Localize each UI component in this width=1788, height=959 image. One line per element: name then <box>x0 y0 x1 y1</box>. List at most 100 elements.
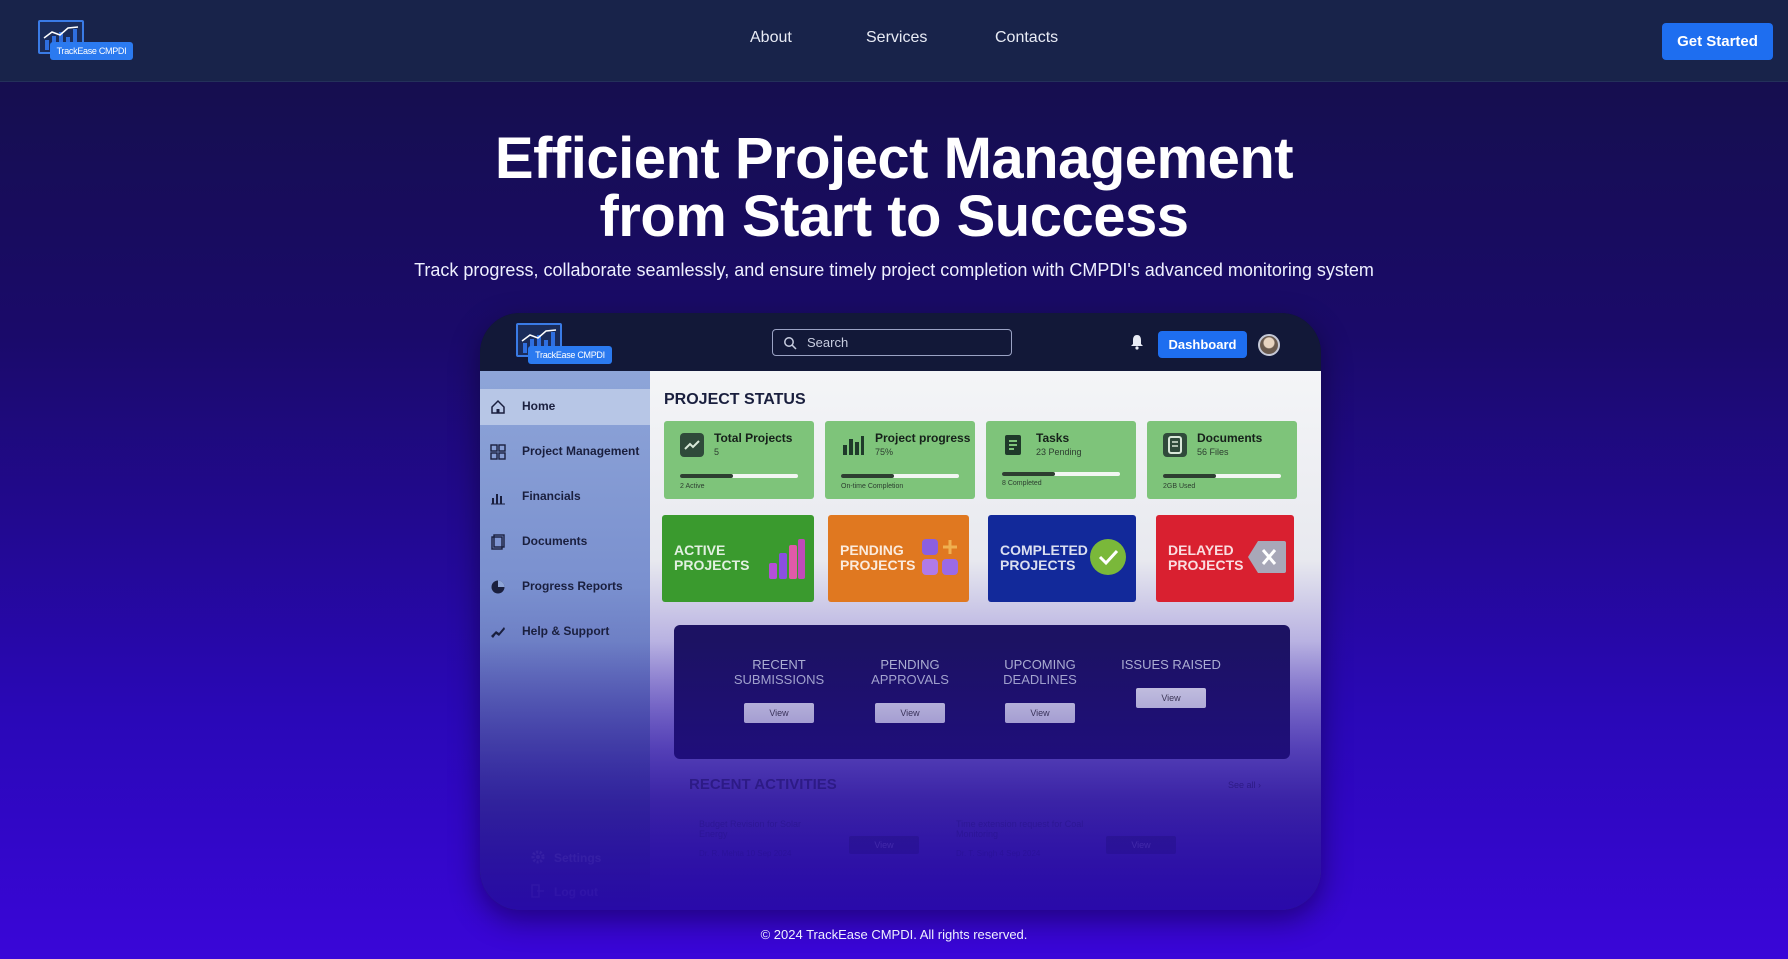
stat-footnote: 8 Completed <box>1002 480 1042 487</box>
document-icon <box>491 534 505 550</box>
sidebar-item-logout[interactable]: Log out <box>530 883 650 903</box>
nav-services[interactable]: Services <box>866 29 927 47</box>
progress-bar <box>841 474 959 478</box>
view-button[interactable]: View <box>849 836 919 854</box>
nav-contacts[interactable]: Contacts <box>995 29 1058 47</box>
stat-footnote: 2 Active <box>680 483 705 490</box>
see-all-link[interactable]: See all › <box>1228 780 1261 790</box>
bar-chart-icon <box>841 433 865 457</box>
activity-title: Budget Revision for Solar Energy <box>699 819 802 839</box>
mockup-header: TrackEase CMPDI Dashboard <box>480 313 1321 371</box>
stat-footnote: On-time Completion <box>841 483 904 490</box>
activity-title: Time extension request for Coal Monitori… <box>956 819 1084 839</box>
trend-icon <box>680 433 704 457</box>
hero-subtitle: Track progress, collaborate seamlessly, … <box>414 260 1374 280</box>
activity-item: Budget Revision for Solar Energy Dr. R. … <box>699 819 929 869</box>
chevron-right-icon: › <box>1258 780 1262 790</box>
sidebar-item-label: Settings <box>554 851 602 865</box>
stat-value: 23 Pending <box>1036 447 1082 457</box>
mockup-search-box[interactable] <box>772 329 1012 356</box>
sidebar-item-documents[interactable]: Documents <box>490 528 650 556</box>
avatar[interactable] <box>1258 334 1280 356</box>
block-label: PENDING APPROVALS <box>871 657 949 687</box>
view-button[interactable]: View <box>1005 703 1075 723</box>
stat-card-total-projects[interactable]: Total Projects 5 2 Active <box>664 421 814 499</box>
stat-value: 5 <box>714 447 720 457</box>
sidebar-item-help-support[interactable]: Help & Support <box>490 618 650 646</box>
block-label: UPCOMING DEADLINES <box>1003 657 1077 687</box>
sidebar-item-project-management[interactable]: Project Management <box>490 438 650 466</box>
progress-fill <box>841 474 895 478</box>
stat-value: 56 Files <box>1197 447 1229 457</box>
issues-raised-block: ISSUES RAISED View <box>1116 657 1226 708</box>
hero-title: Efficient Project Management from Start … <box>0 130 1788 246</box>
hero-title-line-1: Efficient Project Management <box>494 126 1294 191</box>
sidebar-item-label: Log out <box>554 885 598 899</box>
checklist-icon <box>1002 433 1026 457</box>
close-icon <box>1248 541 1286 573</box>
upcoming-deadlines-block: UPCOMING DEADLINES View <box>985 657 1095 723</box>
sidebar-item-label: Financials <box>522 489 581 503</box>
progress-bar <box>680 474 798 478</box>
dashboard-mockup: TrackEase CMPDI Dashboard Home <box>480 313 1321 910</box>
progress-fill <box>1163 474 1217 478</box>
sidebar-item-label: Project Management <box>522 444 640 458</box>
pending-approvals-block: PENDING APPROVALS View <box>855 657 965 723</box>
tile-completed-projects[interactable]: COMPLETED PROJECTS <box>988 515 1136 602</box>
sidebar-item-financials[interactable]: Financials <box>490 483 650 511</box>
sidebar-item-label: Home <box>522 399 556 413</box>
nav-about[interactable]: About <box>750 29 792 47</box>
activity-meta: Dr. R. Mehta 10 Sep 2024 <box>699 849 792 858</box>
gear-icon <box>531 850 545 864</box>
stat-card-project-progress[interactable]: Project progress 75% On-time Completion <box>825 421 975 499</box>
view-button[interactable]: View <box>744 703 814 723</box>
check-circle-icon <box>1090 539 1126 575</box>
view-button[interactable]: View <box>875 703 945 723</box>
sidebar-item-settings[interactable]: Settings <box>530 849 650 869</box>
tile-delayed-projects[interactable]: DELAYED PROJECTS <box>1156 515 1294 602</box>
sidebar-item-home[interactable]: Home <box>490 393 650 421</box>
mockup-sidebar: Home Project Management Financials Docum… <box>480 371 650 910</box>
progress-fill <box>680 474 734 478</box>
get-started-button[interactable]: Get Started <box>1662 23 1773 60</box>
home-icon <box>491 399 505 414</box>
search-icon <box>784 337 797 350</box>
sidebar-item-label: Progress Reports <box>522 579 623 593</box>
progress-bar <box>1002 472 1120 476</box>
sidebar-item-progress-reports[interactable]: Progress Reports <box>490 573 650 601</box>
recent-activities-title: RECENT ACTIVITIES <box>689 776 837 793</box>
activity-meta: Dr. T. Singh 4 Sep 2024 <box>956 849 1041 858</box>
mockup-brand-name: TrackEase CMPDI <box>528 346 612 364</box>
tile-active-projects[interactable]: ACTIVE PROJECTS <box>662 515 814 602</box>
stat-card-documents[interactable]: Documents 56 Files 2GB Used <box>1147 421 1297 499</box>
tile-label: ACTIVE PROJECTS <box>674 542 750 573</box>
stat-value: 75% <box>875 447 894 457</box>
sidebar-item-label: Documents <box>522 534 588 548</box>
view-button[interactable]: View <box>1136 688 1206 708</box>
mockup-logo: TrackEase CMPDI <box>516 323 612 364</box>
tile-label: PENDING PROJECTS <box>840 542 916 573</box>
quick-actions-panel: RECENT SUBMISSIONS View PENDING APPROVAL… <box>674 625 1290 759</box>
grid-icon <box>490 444 506 460</box>
activity-item: Time extension request for Coal Monitori… <box>956 819 1186 869</box>
block-label: RECENT SUBMISSIONS <box>733 657 825 687</box>
stat-footnote: 2GB Used <box>1163 483 1196 490</box>
block-label: ISSUES RAISED <box>1121 657 1221 672</box>
mockup-dashboard-button[interactable]: Dashboard <box>1158 331 1247 358</box>
bar-chart-icon <box>769 539 805 579</box>
stat-card-tasks[interactable]: Tasks 23 Pending 8 Completed <box>986 421 1136 499</box>
apps-add-icon <box>922 539 958 575</box>
progress-fill <box>1002 472 1056 476</box>
recent-submissions-block: RECENT SUBMISSIONS View <box>724 657 834 723</box>
mockup-main-content: PROJECT STATUS Total Projects 5 2 Active… <box>650 371 1321 910</box>
search-input[interactable] <box>807 332 1003 353</box>
finance-icon <box>491 494 505 505</box>
view-button[interactable]: View <box>1106 836 1176 854</box>
tile-label: DELAYED PROJECTS <box>1168 542 1244 573</box>
bell-icon[interactable] <box>1130 334 1144 350</box>
logout-icon <box>531 884 544 898</box>
tile-label: COMPLETED PROJECTS <box>1000 542 1088 573</box>
stat-name: Project progress <box>875 431 971 445</box>
tile-pending-projects[interactable]: PENDING PROJECTS <box>828 515 969 602</box>
help-icon <box>491 627 505 638</box>
